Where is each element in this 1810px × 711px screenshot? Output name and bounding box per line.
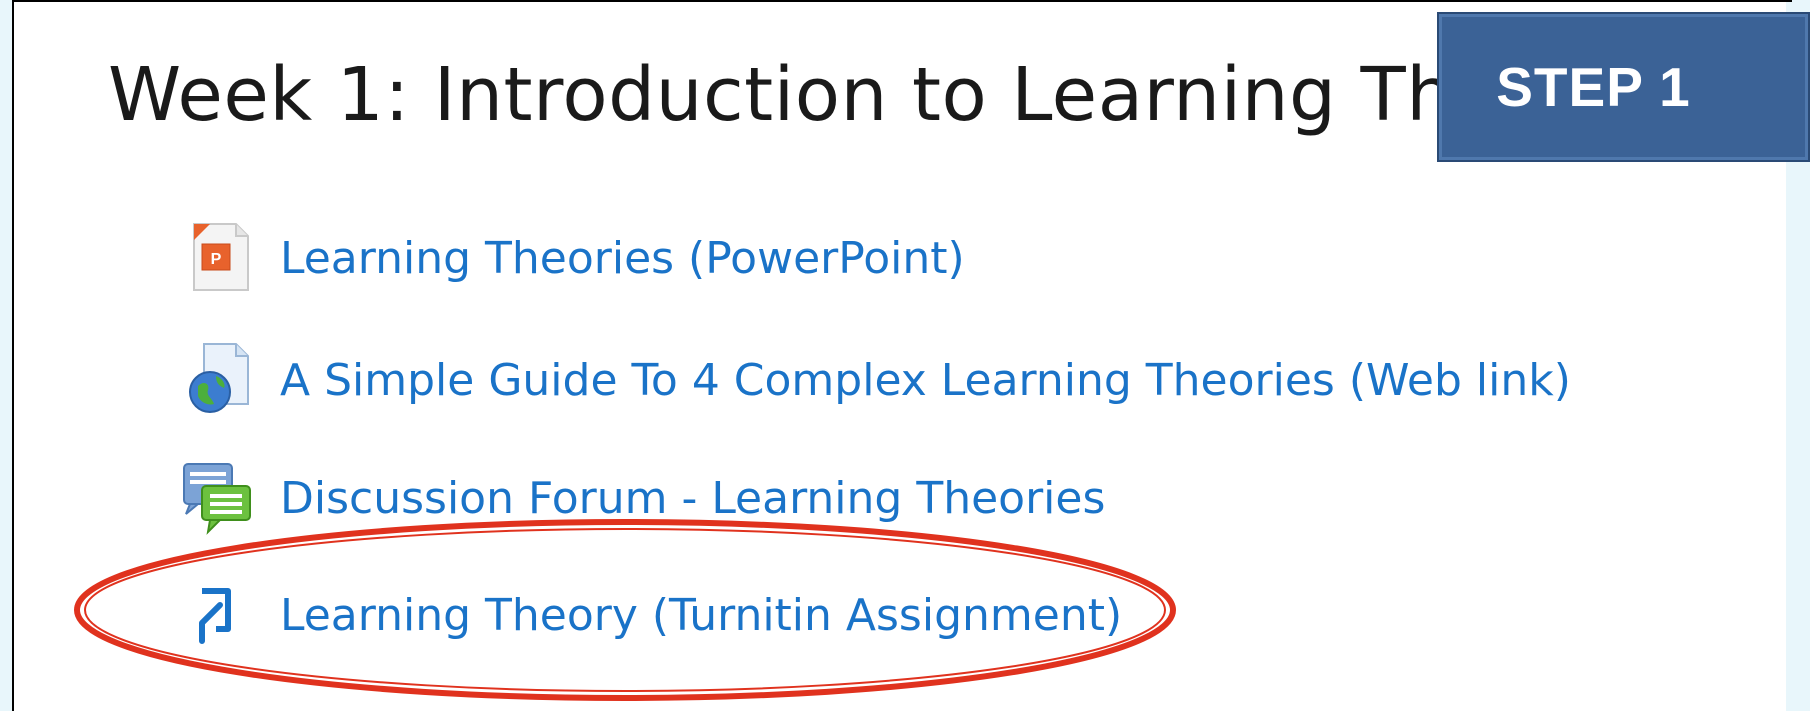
web-link-icon bbox=[180, 340, 260, 420]
top-border bbox=[12, 0, 1792, 2]
svg-text:P: P bbox=[211, 251, 222, 268]
step-label: STEP 1 bbox=[1496, 56, 1691, 118]
activity-item-powerpoint[interactable]: P Learning Theories (PowerPoint) bbox=[180, 218, 965, 298]
step-callout: STEP 1 bbox=[1437, 12, 1810, 162]
activity-link[interactable]: Learning Theories (PowerPoint) bbox=[280, 233, 965, 284]
left-margin-strip bbox=[0, 0, 14, 711]
activity-item-turnitin[interactable]: Learning Theory (Turnitin Assignment) bbox=[180, 575, 1122, 655]
screenshot-frame: Week 1: Introduction to Learning Theorie… bbox=[0, 0, 1810, 711]
turnitin-icon bbox=[180, 575, 260, 655]
activity-link[interactable]: Learning Theory (Turnitin Assignment) bbox=[280, 590, 1122, 641]
activity-item-forum[interactable]: Discussion Forum - Learning Theories bbox=[180, 458, 1105, 538]
forum-icon bbox=[180, 458, 260, 538]
activity-item-web-link[interactable]: A Simple Guide To 4 Complex Learning The… bbox=[180, 340, 1571, 420]
activity-link[interactable]: A Simple Guide To 4 Complex Learning The… bbox=[280, 355, 1571, 406]
activity-link[interactable]: Discussion Forum - Learning Theories bbox=[280, 473, 1105, 524]
powerpoint-icon: P bbox=[180, 218, 260, 298]
